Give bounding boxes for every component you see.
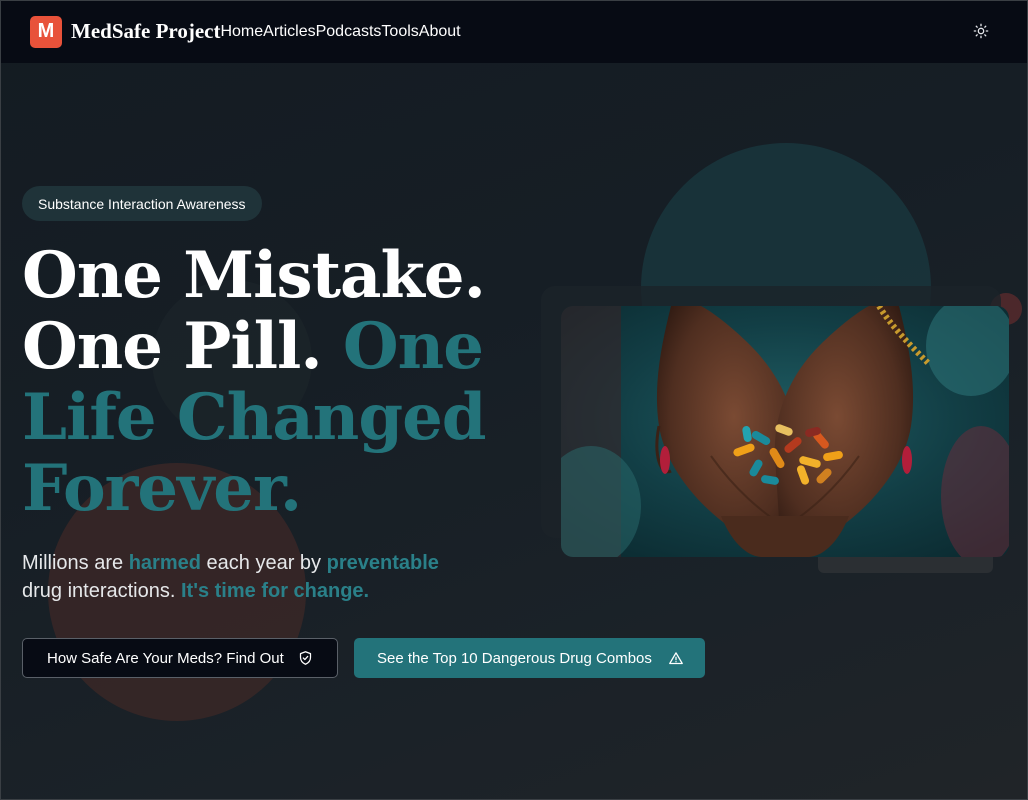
nav-about[interactable]: About <box>419 23 461 41</box>
logo-mark: M <box>30 15 62 48</box>
nav-tools[interactable]: Tools <box>381 23 418 41</box>
subtext-highlight-preventable: preventable <box>326 552 439 574</box>
headline-line-3: Life Changed <box>22 380 487 455</box>
shield-check-icon <box>299 651 311 665</box>
headline-line-1: One Mistake. <box>22 238 486 313</box>
site-logo[interactable]: M MedSafe Project <box>30 15 221 48</box>
meds-safety-quiz-button[interactable]: How Safe Are Your Meds? Find Out <box>22 638 338 678</box>
subtext-highlight-harmed: harmed <box>128 552 201 574</box>
subtext-part-2: each year by <box>206 552 322 574</box>
subtext-highlight-change: It's time for change. <box>180 580 370 602</box>
headline-line-2-teal: One <box>342 309 484 384</box>
dangerous-combos-label: See the Top 10 Dangerous Drug Combos <box>377 649 652 667</box>
warning-icon <box>669 651 683 664</box>
nav-podcasts[interactable]: Podcasts <box>316 23 382 41</box>
nav-home[interactable]: Home <box>220 23 263 41</box>
hero-subtext: Millions are harmed each year by prevent… <box>22 549 492 605</box>
theme-toggle-button[interactable] <box>972 22 990 40</box>
category-badge: Substance Interaction Awareness <box>22 186 262 221</box>
hero-headline: One Mistake. One Pill. One Life Changed … <box>22 240 522 524</box>
headline-line-4: Forever. <box>22 451 302 526</box>
hero-image-hands-with-pills <box>561 306 1009 557</box>
logo-text: MedSafe Project <box>71 19 221 43</box>
dangerous-combos-button[interactable]: See the Top 10 Dangerous Drug Combos <box>354 638 705 678</box>
headline-line-2-white: One Pill. <box>22 309 323 384</box>
hands-pills-illustration <box>561 306 1009 557</box>
subtext-part-3: drug interactions. <box>22 580 176 602</box>
subtext-part-1: Millions are <box>22 552 124 574</box>
site-header: M MedSafe Project Home Articles Podcasts… <box>0 0 1028 63</box>
nav-articles[interactable]: Articles <box>263 23 315 41</box>
sun-icon <box>973 23 989 39</box>
meds-safety-quiz-label: How Safe Are Your Meds? Find Out <box>47 649 284 667</box>
